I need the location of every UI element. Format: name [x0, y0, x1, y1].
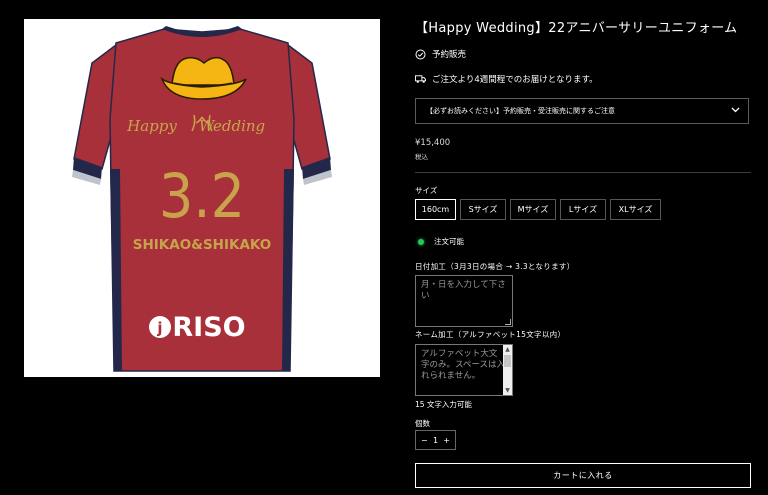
product-title: 【Happy Wedding】22アニバーサリーユニフォーム: [415, 21, 738, 36]
quantity-decrease-button[interactable]: −: [421, 436, 428, 445]
quantity-label: 個数: [415, 419, 430, 428]
tax-note: 税込: [415, 153, 428, 161]
scroll-up-icon[interactable]: ▲: [503, 345, 512, 354]
resize-handle-icon[interactable]: [505, 319, 511, 325]
date-field-label: 日付加工（3月3日の場合 → 3.3となります）: [415, 262, 575, 271]
price: ¥15,400: [415, 138, 451, 148]
name-input[interactable]: アルファベット大文字のみ。スペースは入れられません。 ▲ ▼: [415, 344, 513, 396]
preorder-label: 予約販売: [432, 50, 467, 60]
name-input-placeholder: アルファベット大文字のみ。スペースは入れられません。: [421, 349, 505, 381]
quantity-value: 1: [432, 435, 439, 445]
divider: [415, 172, 751, 173]
add-to-cart-button[interactable]: カートに入れる: [415, 463, 751, 488]
sponsor-logo: RISO: [172, 312, 245, 343]
jersey-script-left: Happy: [126, 117, 177, 135]
size-options: 160cm Sサイズ Mサイズ Lサイズ XLサイズ: [415, 199, 665, 220]
in-stock-dot-icon: [418, 238, 424, 245]
preorder-row: 予約販売: [415, 48, 466, 60]
jersey-illustration: Happy Wedding 3.2 SHIKAO&SHIKAKO j RISO: [72, 26, 332, 372]
quantity-stepper[interactable]: − 1 +: [415, 430, 456, 450]
check-badge-icon: [415, 49, 426, 60]
chevron-down-icon: [731, 107, 740, 115]
truck-icon: [415, 74, 426, 85]
quantity-increase-button[interactable]: +: [443, 436, 450, 445]
jersey-names: SHIKAO&SHIKAKO: [133, 237, 272, 253]
shipping-row: ご注文より4週間程でのお届けとなります。: [415, 73, 598, 85]
size-option-160cm[interactable]: 160cm: [415, 199, 456, 220]
shipping-note: ご注文より4週間程でのお届けとなります。: [432, 75, 598, 85]
jersey-number: 3.2: [159, 161, 245, 232]
stock-status-label: 注文可能: [434, 237, 464, 246]
preorder-notice-dropdown[interactable]: 【必ずお読みください】予約販売・受注販売に関するご注意: [415, 98, 749, 124]
name-field-label: ネーム加工（アルファベット15文字以内）: [415, 330, 566, 339]
scroll-thumb[interactable]: [504, 355, 511, 367]
size-label: サイズ: [415, 186, 438, 195]
sponsor-mark-letter: j: [156, 319, 162, 337]
scroll-down-icon[interactable]: ▼: [503, 386, 512, 395]
stock-status: 注文可能: [418, 236, 464, 247]
notice-label: 【必ずお読みください】予約販売・受注販売に関するご注意: [426, 107, 615, 115]
size-option-s[interactable]: Sサイズ: [460, 199, 506, 220]
jersey-script-right: Wedding: [199, 117, 265, 135]
size-option-m[interactable]: Mサイズ: [510, 199, 556, 220]
size-option-xl[interactable]: XLサイズ: [610, 199, 661, 220]
size-option-l[interactable]: Lサイズ: [560, 199, 606, 220]
character-counter: 15 文字入力可能: [415, 400, 472, 409]
product-image: Happy Wedding 3.2 SHIKAO&SHIKAKO j RISO: [24, 19, 380, 377]
name-input-scrollbar[interactable]: ▲ ▼: [503, 345, 512, 395]
date-input[interactable]: 月・日を入力して下さい: [415, 275, 513, 327]
date-input-placeholder: 月・日を入力して下さい: [421, 280, 506, 301]
